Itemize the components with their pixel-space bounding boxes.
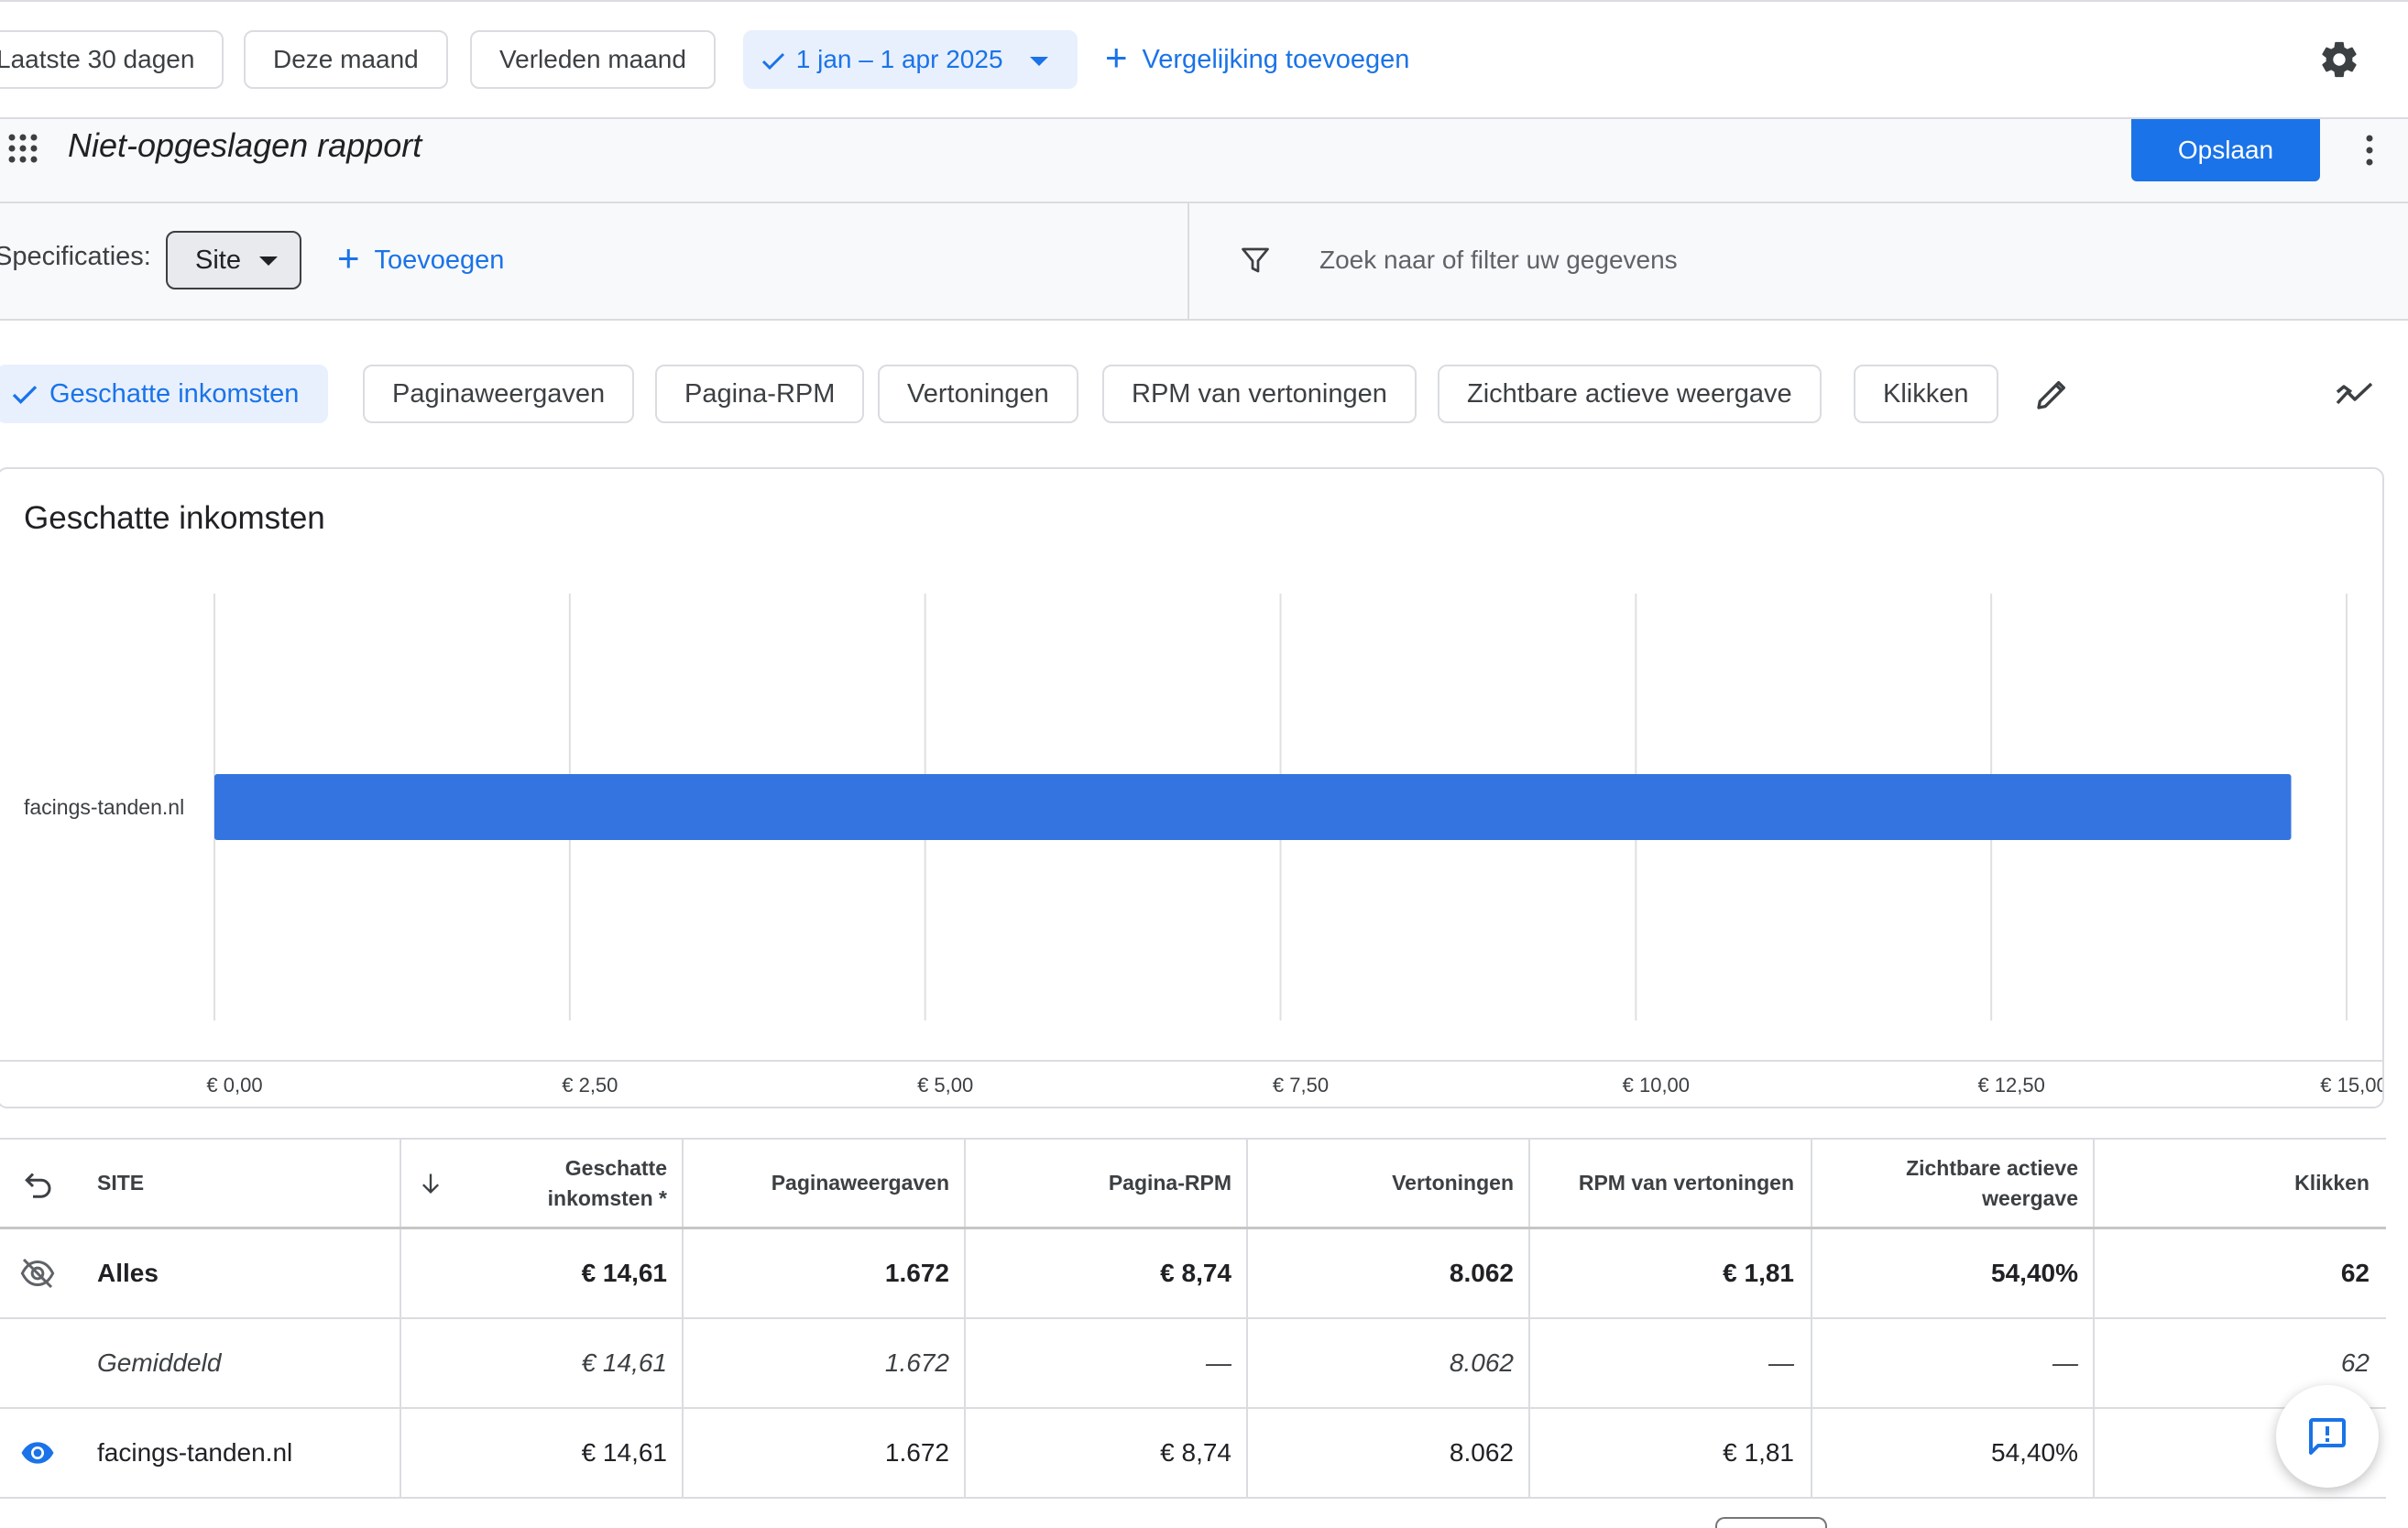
bar[interactable] bbox=[214, 774, 2292, 840]
date-range-dropdown[interactable]: 1 jan – 1 apr 2025 bbox=[743, 30, 1078, 89]
cell-page-rpm: € 8,74 bbox=[1160, 1259, 1231, 1287]
pencil-icon[interactable] bbox=[2034, 376, 2071, 412]
filter-search-input[interactable] bbox=[1319, 235, 2144, 286]
cell-impressions: 8.062 bbox=[1449, 1259, 1514, 1287]
feedback-button[interactable] bbox=[2276, 1385, 2379, 1488]
cell-income: € 14,61 bbox=[581, 1348, 667, 1377]
chevron-down-icon bbox=[259, 256, 278, 266]
table-row-site: facings-tanden.nl € 14,61 1.672 € 8,74 8… bbox=[0, 1409, 2386, 1499]
category-label: facings-tanden.nl bbox=[24, 795, 184, 819]
cell-site: Alles bbox=[97, 1259, 159, 1287]
column-header-page-rpm[interactable]: Pagina-RPM bbox=[979, 1140, 1231, 1227]
table-row-average: Gemiddeld € 14,61 1.672 — 8.062 — — 62 bbox=[0, 1319, 2386, 1409]
cell-impression-rpm: € 1,81 bbox=[1723, 1259, 1794, 1287]
cell-site: Gemiddeld bbox=[97, 1348, 222, 1377]
dimension-dropdown-site[interactable]: Site bbox=[166, 231, 301, 289]
plus-icon: + bbox=[337, 236, 360, 280]
check-icon bbox=[761, 32, 789, 87]
chip-last-30-days[interactable]: Laatste 30 dagen bbox=[0, 30, 224, 89]
x-tick-label: € 0,00 bbox=[206, 1074, 262, 1097]
column-header-site[interactable]: SITE bbox=[97, 1140, 144, 1227]
specifications-label: Specificaties: bbox=[0, 242, 151, 271]
chip-this-month[interactable]: Deze maand bbox=[244, 30, 448, 89]
table-header-row: SITE Geschatte inkomsten * Paginaweergav… bbox=[0, 1138, 2386, 1229]
cell-pageviews: 1.672 bbox=[884, 1348, 949, 1377]
cell-viewability: 54,40% bbox=[1991, 1438, 2078, 1467]
cell-viewability: 54,40% bbox=[1991, 1259, 2078, 1287]
cell-viewability: — bbox=[2052, 1348, 2078, 1377]
save-button[interactable]: Opslaan bbox=[2131, 119, 2320, 181]
metric-chip-impressions[interactable]: Vertoningen bbox=[878, 365, 1078, 423]
report-title[interactable]: Niet-opgeslagen rapport bbox=[68, 126, 421, 165]
cell-pageviews: 1.672 bbox=[884, 1438, 949, 1467]
chart-title: Geschatte inkomsten bbox=[24, 500, 325, 536]
metric-chip-active-view-viewable[interactable]: Zichtbare actieve weergave bbox=[1438, 365, 1822, 423]
chart-toggle-icon[interactable] bbox=[2335, 376, 2375, 412]
cell-clicks: 62 bbox=[2340, 1259, 2370, 1287]
income-bar-chart: € 0,00 € 2,50 € 5,00 € 7,50 € 10,00 € 12,50 € … bbox=[0, 594, 2382, 1097]
x-tick-label: € 5,00 bbox=[917, 1074, 973, 1097]
column-header-active-view-viewable[interactable]: Zichtbare actieve weergave bbox=[1825, 1140, 2078, 1227]
apps-grid-icon[interactable] bbox=[7, 133, 38, 164]
plus-icon: + bbox=[1105, 36, 1128, 80]
table-row-total: Alles € 14,61 1.672 € 8,74 8.062 € 1,81 … bbox=[0, 1229, 2386, 1319]
column-header-pageviews[interactable]: Paginaweergaven bbox=[696, 1140, 949, 1227]
gear-icon[interactable] bbox=[2318, 38, 2360, 81]
feedback-icon bbox=[2309, 1418, 2346, 1455]
metric-chip-estimated-income[interactable]: Geschatte inkomsten bbox=[0, 365, 329, 423]
x-tick-label: € 10,00 bbox=[1623, 1074, 1690, 1097]
divider bbox=[1188, 202, 1189, 321]
sort-descending-icon[interactable] bbox=[418, 1140, 443, 1227]
add-comparison-button[interactable]: + Vergelijking toevoegen bbox=[1105, 36, 1409, 82]
cell-page-rpm: € 8,74 bbox=[1160, 1438, 1231, 1467]
column-header-estimated-income[interactable]: Geschatte inkomsten * bbox=[458, 1140, 667, 1227]
date-range-label: 1 jan – 1 apr 2025 bbox=[795, 45, 1003, 73]
chip-last-month[interactable]: Verleden maand bbox=[470, 30, 716, 89]
cell-income: € 14,61 bbox=[581, 1259, 667, 1287]
x-tick-label: € 7,50 bbox=[1273, 1074, 1329, 1097]
filter-icon bbox=[1242, 247, 1269, 273]
metric-chip-page-rpm[interactable]: Pagina-RPM bbox=[655, 365, 865, 423]
x-tick-label: € 12,50 bbox=[1977, 1074, 2044, 1097]
cell-pageviews: 1.672 bbox=[884, 1259, 949, 1287]
metric-chip-clicks[interactable]: Klikken bbox=[1854, 365, 1998, 423]
metric-chip-impression-rpm[interactable]: RPM van vertoningen bbox=[1102, 365, 1417, 423]
column-header-impression-rpm[interactable]: RPM van vertoningen bbox=[1543, 1140, 1794, 1227]
cell-impression-rpm: € 1,81 bbox=[1723, 1438, 1794, 1467]
cell-site[interactable]: facings-tanden.nl bbox=[97, 1409, 292, 1497]
more-vert-icon[interactable] bbox=[2359, 134, 2381, 167]
column-header-impressions[interactable]: Vertoningen bbox=[1261, 1140, 1514, 1227]
cell-impressions: 8.062 bbox=[1449, 1348, 1514, 1377]
chevron-down-icon bbox=[1030, 56, 1049, 66]
visibility-icon[interactable] bbox=[16, 1409, 59, 1497]
undo-icon[interactable] bbox=[22, 1140, 55, 1227]
metric-chip-pageviews[interactable]: Paginaweergaven bbox=[363, 365, 635, 423]
x-tick-label: € 15,00 bbox=[2320, 1074, 2382, 1097]
visibility-off-icon[interactable] bbox=[16, 1229, 59, 1317]
add-dimension-button[interactable]: + Toevoegen bbox=[337, 236, 504, 284]
column-header-clicks[interactable]: Klikken bbox=[2107, 1140, 2370, 1227]
scroll-handle[interactable] bbox=[1715, 1517, 1827, 1528]
check-icon bbox=[12, 386, 38, 405]
cell-income: € 14,61 bbox=[581, 1438, 667, 1467]
cell-page-rpm: — bbox=[1206, 1348, 1231, 1377]
cell-impressions: 8.062 bbox=[1449, 1438, 1514, 1467]
cell-impression-rpm: — bbox=[1768, 1348, 1794, 1377]
x-tick-label: € 2,50 bbox=[562, 1074, 618, 1097]
